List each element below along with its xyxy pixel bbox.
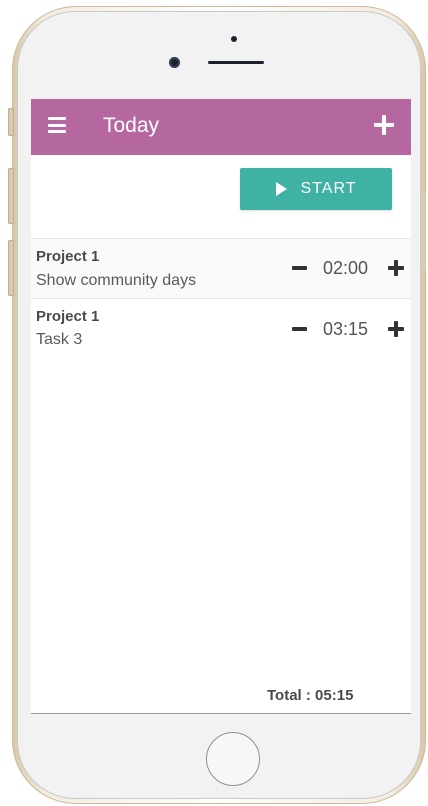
app-screen: Today START Project 1 Show community day… — [31, 99, 411, 714]
decrease-time-button[interactable] — [292, 327, 307, 331]
page-title: Today — [103, 114, 160, 137]
decrease-time-button[interactable] — [292, 266, 307, 270]
increase-time-button[interactable] — [388, 321, 404, 337]
task-row[interactable]: Project 1 Task 3 03:15 — [31, 298, 411, 358]
play-icon — [275, 182, 287, 196]
earpiece-speaker — [208, 61, 264, 64]
increase-time-button[interactable] — [388, 260, 404, 276]
start-label: START — [300, 180, 357, 197]
mute-switch — [8, 108, 14, 136]
start-button[interactable]: START — [240, 168, 392, 210]
home-button[interactable] — [206, 732, 260, 786]
task-list: Project 1 Show community days 02:00 Proj… — [31, 238, 411, 358]
power-button — [422, 192, 426, 270]
task-name: Show community days — [36, 272, 197, 289]
task-time: 02:00 — [323, 258, 369, 278]
total-time: Total : 05:15 — [267, 687, 354, 704]
app-header: Today — [31, 99, 411, 155]
volume-down-button — [8, 240, 14, 296]
plus-icon[interactable] — [374, 115, 394, 135]
volume-up-button — [8, 168, 14, 224]
task-time: 03:15 — [323, 319, 369, 339]
task-row[interactable]: Project 1 Show community days 02:00 — [31, 238, 411, 298]
front-camera — [169, 57, 180, 68]
task-name: Task 3 — [36, 331, 83, 348]
task-project: Project 1 — [36, 308, 100, 325]
proximity-sensor — [231, 36, 237, 42]
task-project: Project 1 — [36, 248, 100, 265]
menu-icon[interactable] — [48, 117, 66, 133]
